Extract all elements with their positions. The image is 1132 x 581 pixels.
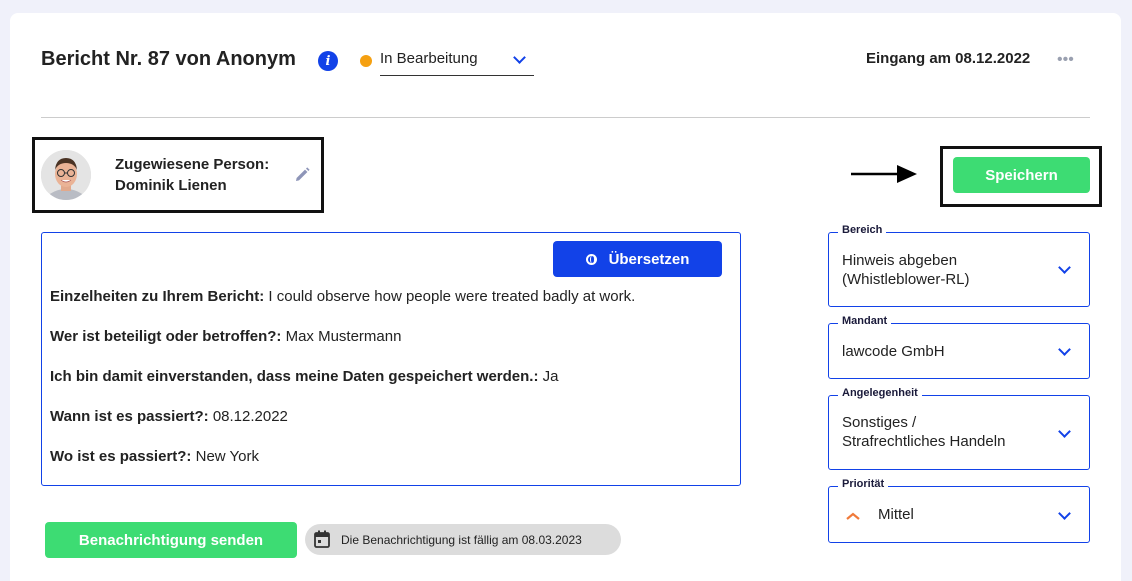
status-value: In Bearbeitung bbox=[380, 50, 478, 67]
mandant-value: lawcode GmbH bbox=[842, 343, 945, 360]
detail-row: Wer ist beteiligt oder betroffen?: Max M… bbox=[50, 328, 402, 345]
angelegenheit-select[interactable]: Angelegenheit Sonstiges / Strafrechtlich… bbox=[828, 387, 1090, 470]
save-button[interactable]: Speichern bbox=[953, 157, 1090, 193]
info-icon[interactable]: i bbox=[318, 51, 338, 71]
chevron-down-icon bbox=[1058, 343, 1071, 356]
detail-row: Wo ist es passiert?: New York bbox=[50, 448, 259, 465]
angelegenheit-value: Sonstiges / Strafrechtliches Handeln bbox=[842, 414, 1006, 450]
chevron-down-icon bbox=[1058, 507, 1071, 520]
status-dot bbox=[360, 55, 372, 67]
mandant-select[interactable]: Mandant lawcode GmbH bbox=[828, 315, 1090, 379]
bereich-select[interactable]: Bereich Hinweis abgeben (Whistleblower-R… bbox=[828, 224, 1090, 307]
header-divider bbox=[41, 117, 1090, 118]
assignee-name: Dominik Lienen bbox=[115, 177, 227, 194]
prioritaet-select[interactable]: Priorität Mittel bbox=[828, 478, 1090, 543]
received-date: Eingang am 08.12.2022 bbox=[866, 50, 1031, 67]
avatar bbox=[41, 150, 91, 200]
page-title: Bericht Nr. 87 von Anonym bbox=[41, 48, 296, 70]
assignee-info: Zugewiesene Person: Dominik Lienen bbox=[115, 154, 269, 196]
translate-button[interactable]: Übersetzen bbox=[553, 241, 722, 277]
status-select[interactable]: In Bearbeitung bbox=[380, 46, 534, 76]
chevron-up-icon bbox=[845, 508, 861, 520]
globe-icon bbox=[585, 253, 597, 265]
translate-label: Übersetzen bbox=[608, 250, 690, 268]
prioritaet-value: Mittel bbox=[878, 506, 914, 523]
chevron-down-icon bbox=[1058, 261, 1071, 274]
arrow-right-icon bbox=[851, 163, 917, 185]
mandant-label: Mandant bbox=[838, 315, 892, 327]
detail-row: Ich bin damit einverstanden, dass meine … bbox=[50, 368, 559, 385]
chevron-down-icon bbox=[1058, 425, 1071, 438]
bereich-label: Bereich bbox=[838, 224, 887, 236]
assignee-label: Zugewiesene Person: bbox=[115, 156, 270, 173]
pencil-icon[interactable] bbox=[292, 165, 312, 185]
due-date-badge: Die Benachrichtigung ist fällig am 08.03… bbox=[305, 524, 621, 555]
due-date-text: Die Benachrichtigung ist fällig am 08.03… bbox=[341, 533, 582, 547]
angelegenheit-label: Angelegenheit bbox=[838, 387, 922, 399]
detail-row: Einzelheiten zu Ihrem Bericht: I could o… bbox=[50, 288, 636, 305]
more-options-icon[interactable]: ••• bbox=[1057, 52, 1077, 68]
detail-row: Wann ist es passiert?: 08.12.2022 bbox=[50, 408, 288, 425]
calendar-icon bbox=[314, 530, 330, 548]
chevron-down-icon bbox=[513, 51, 526, 64]
prioritaet-label: Priorität bbox=[838, 478, 889, 490]
bereich-value: Hinweis abgeben (Whistleblower-RL) bbox=[842, 252, 970, 288]
send-notification-button[interactable]: Benachrichtigung senden bbox=[45, 522, 297, 558]
